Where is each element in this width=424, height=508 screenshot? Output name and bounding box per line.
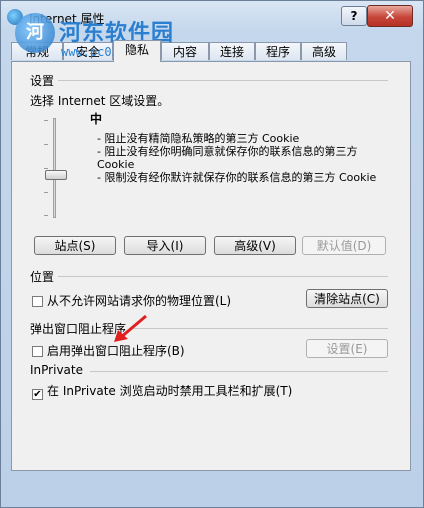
clear-sites-button[interactable]: 清除站点(C) xyxy=(306,289,388,308)
description-line: - 限制没有经你默许就保存你的联系信息的第三方 Cookie xyxy=(97,171,377,184)
close-button[interactable]: ✕ xyxy=(367,5,413,27)
popup-checkbox[interactable] xyxy=(32,346,43,357)
inprivate-checkbox[interactable]: ✔ xyxy=(32,389,43,400)
settings-heading: 设置 xyxy=(30,74,55,88)
settings-divider xyxy=(58,80,388,81)
watermark-logo: 河 xyxy=(15,13,55,53)
tab-connections[interactable]: 连接 xyxy=(209,42,255,60)
import-button[interactable]: 导入(I) xyxy=(124,236,206,255)
location-checkbox-row[interactable]: 从不允许网站请求你的物理位置(L) xyxy=(32,292,231,309)
advanced-button[interactable]: 高级(V) xyxy=(214,236,296,255)
inprivate-checkbox-label: 在 InPrivate 浏览启动时禁用工具栏和扩展(T) xyxy=(47,384,293,398)
slider-tick xyxy=(44,144,48,145)
tab-advanced[interactable]: 高级 xyxy=(301,42,347,60)
privacy-slider-track[interactable] xyxy=(53,118,56,218)
default-button[interactable]: 默认值(D) xyxy=(302,236,386,255)
internet-properties-window: Internet 属性 ? ✕ 常规 安全 隐私 内容 连接 程序 高级 设置 … xyxy=(0,0,424,508)
popup-checkbox-label: 启用弹出窗口阻止程序(B) xyxy=(47,344,185,358)
description-line: - 阻止没有经你明确同意就保存你的联系信息的第三方 Cookie xyxy=(97,145,358,171)
inprivate-heading: InPrivate xyxy=(30,363,83,377)
location-checkbox[interactable] xyxy=(32,296,43,307)
tab-privacy[interactable]: 隐私 xyxy=(113,40,161,62)
inprivate-checkbox-row[interactable]: ✔ 在 InPrivate 浏览启动时禁用工具栏和扩展(T) xyxy=(32,382,292,400)
privacy-panel: 设置 选择 Internet 区域设置。 中 - 阻止没有精简隐私策略的第三方 … xyxy=(11,61,411,471)
privacy-slider-thumb[interactable] xyxy=(45,170,67,180)
slider-tick xyxy=(44,192,48,193)
check-mark-icon: ✔ xyxy=(33,389,42,400)
popup-divider xyxy=(132,328,388,329)
description-line: - 阻止没有精简隐私策略的第三方 Cookie xyxy=(97,132,300,145)
tab-programs[interactable]: 程序 xyxy=(255,42,301,60)
privacy-level-label: 中 xyxy=(90,112,103,126)
location-divider xyxy=(58,276,388,277)
settings-prompt: 选择 Internet 区域设置。 xyxy=(30,94,170,108)
slider-tick xyxy=(44,215,48,216)
dialog-footer xyxy=(1,471,423,507)
popup-settings-button[interactable]: 设置(E) xyxy=(306,339,388,358)
popup-checkbox-row[interactable]: 启用弹出窗口阻止程序(B) xyxy=(32,342,185,359)
inprivate-divider xyxy=(90,371,388,372)
location-heading: 位置 xyxy=(30,270,55,284)
privacy-level-description: - 阻止没有精简隐私策略的第三方 Cookie - 阻止没有经你明确同意就保存你… xyxy=(97,132,382,184)
slider-tick xyxy=(44,168,48,169)
slider-tick xyxy=(44,120,48,121)
sites-button[interactable]: 站点(S) xyxy=(34,236,116,255)
red-arrow-annotation-icon xyxy=(114,314,147,342)
help-button[interactable]: ? xyxy=(341,6,367,26)
location-checkbox-label: 从不允许网站请求你的物理位置(L) xyxy=(47,294,232,308)
